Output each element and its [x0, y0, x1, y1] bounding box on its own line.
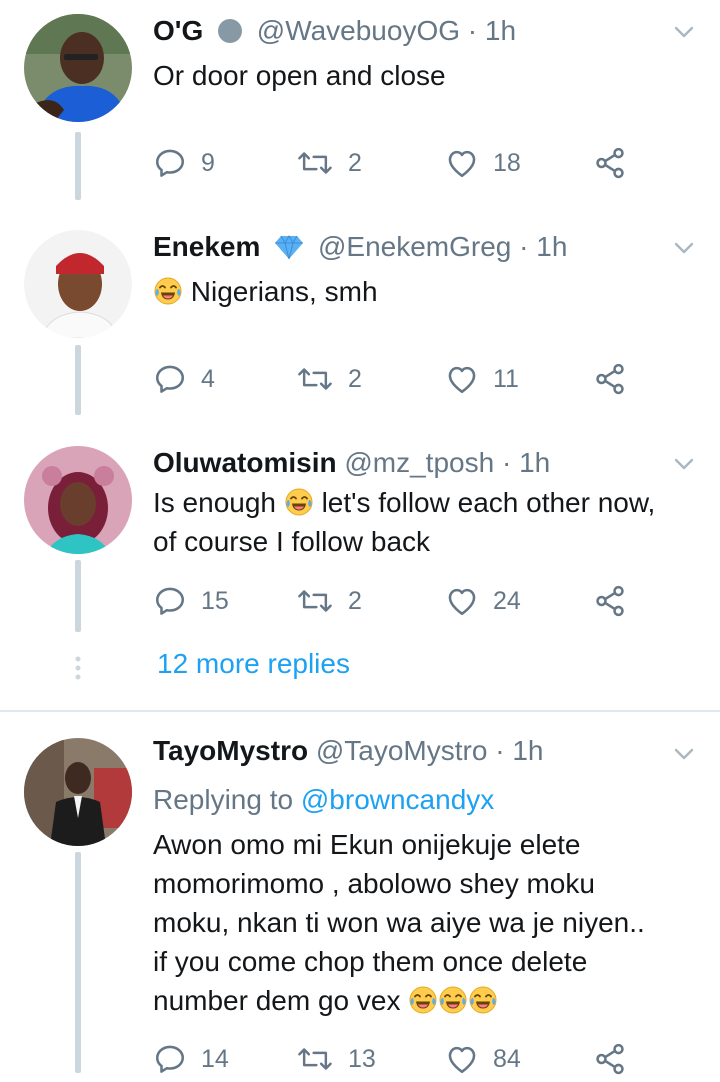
share-icon [593, 584, 627, 618]
chevron-down-icon[interactable] [672, 22, 696, 42]
diamond-icon [275, 234, 304, 259]
display-name[interactable]: Oluwatomisin [153, 447, 337, 478]
like-action[interactable]: 11 [445, 362, 519, 396]
avatar[interactable] [24, 446, 132, 554]
retweet-icon [296, 584, 334, 618]
like-action[interactable]: 84 [445, 1042, 521, 1076]
tears-of-joy-emoji-icon [408, 985, 438, 1015]
retweet-icon [296, 146, 334, 180]
tweet[interactable]: Enekem @EnekemGreg · 1h Nigerians, smh 4… [0, 215, 720, 415]
chevron-down-icon[interactable] [672, 454, 696, 474]
tweet-line: Awon omo mi Ekun onijekuje elete [153, 829, 581, 860]
share-icon [593, 1042, 627, 1076]
reply-count: 14 [201, 1044, 229, 1073]
like-action[interactable]: 18 [445, 146, 521, 180]
chevron-down-icon[interactable] [672, 238, 696, 258]
reply-action[interactable]: 14 [153, 1042, 229, 1076]
tears-of-joy-emoji-icon [438, 985, 468, 1015]
reply-icon [153, 1042, 187, 1076]
tweet-line: moku, nkan ti won wa aiye wa je niyen.. [153, 907, 645, 938]
retweet-icon [296, 1042, 334, 1076]
user-handle[interactable]: @TayoMystro [316, 735, 488, 766]
retweet-action[interactable]: 2 [296, 584, 362, 618]
share-action[interactable] [593, 1042, 641, 1076]
share-icon [593, 146, 627, 180]
user-handle[interactable]: @mz_tposh [344, 447, 494, 478]
retweet-count: 13 [348, 1044, 376, 1073]
heart-icon [445, 1042, 479, 1076]
retweet-icon [296, 362, 334, 396]
tweet-text: Awon omo mi Ekun onijekuje elete momorim… [153, 825, 703, 1020]
tweet-line: if you come chop them once delete [153, 946, 588, 977]
more-replies-link[interactable]: 12 more replies [157, 648, 350, 680]
avatar[interactable] [24, 738, 132, 846]
timestamp[interactable]: · 1h [502, 447, 550, 478]
tears-of-joy-emoji-icon [284, 487, 314, 517]
display-name[interactable]: O'G [153, 15, 203, 46]
tweet-line: momorimomo , abolowo shey moku [153, 868, 595, 899]
tweet-line: number dem go vex [153, 985, 401, 1016]
replying-to-label: Replying to [153, 784, 294, 815]
tweet[interactable]: Oluwatomisin @mz_tposh · 1h Is enough le… [0, 430, 720, 630]
heart-icon [445, 146, 479, 180]
timestamp[interactable]: · 1h [519, 231, 567, 262]
reply-count: 9 [201, 148, 215, 177]
retweet-action[interactable]: 13 [296, 1042, 376, 1076]
avatar[interactable] [24, 230, 132, 338]
replying-to: Replying to @browncandyx [153, 780, 703, 819]
tweet-text-part: Is enough [153, 487, 276, 518]
retweet-count: 2 [348, 148, 362, 177]
retweet-action[interactable]: 2 [296, 146, 362, 180]
gray-circle-badge-icon [218, 18, 242, 43]
tweet[interactable]: TayoMystro @TayoMystro · 1h Replying to … [0, 722, 720, 1073]
reply-action[interactable]: 4 [153, 362, 215, 396]
more-dots-icon [75, 656, 81, 680]
display-name[interactable]: TayoMystro [153, 735, 308, 766]
tweet[interactable]: O'G @WavebuoyOG · 1h Or door open and cl… [0, 0, 720, 200]
timestamp[interactable]: · 1h [468, 15, 516, 46]
share-icon [593, 362, 627, 396]
tweet-text-content: Nigerians, smh [190, 276, 378, 307]
tweet-text-part: let's follow each other now, [321, 487, 656, 518]
reply-count: 15 [201, 586, 229, 615]
tears-of-joy-emoji-icon [468, 985, 498, 1015]
divider [0, 710, 720, 712]
share-action[interactable] [593, 584, 641, 618]
avatar[interactable] [24, 14, 132, 122]
user-handle[interactable]: @EnekemGreg [318, 231, 511, 262]
display-name[interactable]: Enekem [153, 231, 260, 262]
reply-icon [153, 146, 187, 180]
heart-icon [445, 362, 479, 396]
like-count: 11 [493, 364, 519, 393]
user-handle[interactable]: @WavebuoyOG [257, 15, 460, 46]
tweet-text: Is enough let's follow each other now, o… [153, 483, 703, 561]
tears-of-joy-emoji-icon [153, 276, 183, 306]
like-count: 24 [493, 586, 521, 615]
retweet-count: 2 [348, 364, 362, 393]
like-action[interactable]: 24 [445, 584, 521, 618]
reply-count: 4 [201, 364, 215, 393]
replying-to-handle[interactable]: @browncandyx [301, 784, 494, 815]
like-count: 84 [493, 1044, 521, 1073]
retweet-action[interactable]: 2 [296, 362, 362, 396]
tweet-text-part: of course I follow back [153, 526, 431, 557]
chevron-down-icon[interactable] [672, 744, 696, 764]
heart-icon [445, 584, 479, 618]
reply-icon [153, 584, 187, 618]
tweet-text: Nigerians, smh [153, 272, 703, 311]
reply-action[interactable]: 9 [153, 146, 215, 180]
share-action[interactable] [593, 146, 641, 180]
retweet-count: 2 [348, 586, 362, 615]
like-count: 18 [493, 148, 521, 177]
tweet-text: Or door open and close [153, 60, 446, 91]
timestamp[interactable]: · 1h [495, 735, 543, 766]
share-action[interactable] [593, 362, 641, 396]
reply-action[interactable]: 15 [153, 584, 229, 618]
reply-icon [153, 362, 187, 396]
